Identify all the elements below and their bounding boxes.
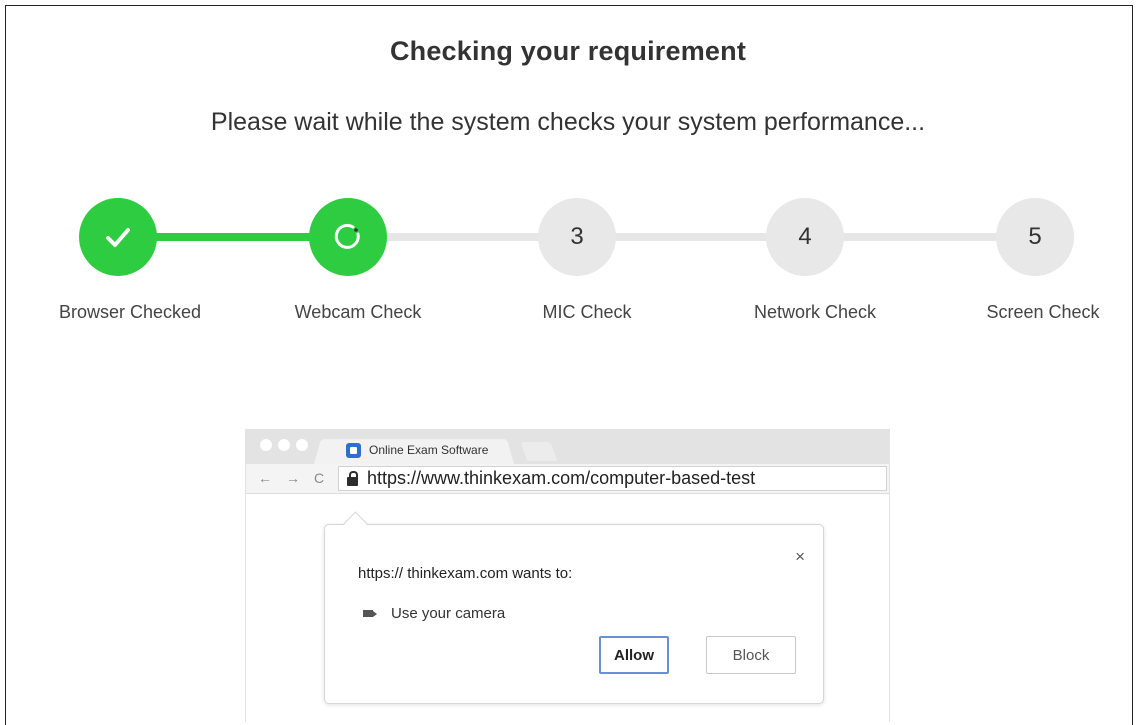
step-webcam-label: Webcam Check — [294, 302, 422, 322]
new-tab-icon — [520, 442, 558, 461]
lock-icon — [347, 471, 358, 486]
progress-track-remaining — [348, 233, 1036, 241]
camera-permission-popup: × https:// thinkexam.com wants to: Use y… — [324, 511, 824, 704]
permission-item-label: Use your camera — [391, 605, 506, 622]
address-bar: https://www.thinkexam.com/computer-based… — [338, 466, 887, 491]
check-icon — [106, 228, 130, 247]
step-screen-label: Screen Check — [986, 302, 1100, 322]
forward-arrow-icon: → — [286, 470, 300, 486]
window-dot-icon — [260, 439, 272, 451]
step-browser-circle — [79, 198, 157, 276]
step-browser-label: Browser Checked — [58, 302, 202, 322]
step-network-label: Network Check — [753, 302, 877, 322]
camera-icon — [363, 610, 377, 617]
page-subtitle: Please wait while the system checks your… — [210, 108, 926, 136]
browser-toolbar: ← → C https://www.thinkexam.com/computer… — [246, 464, 889, 494]
close-icon: × — [795, 547, 805, 566]
permission-item: Use your camera — [363, 605, 505, 622]
step-mic-label: MIC Check — [542, 302, 632, 322]
permission-request-message: https:// thinkexam.com wants to: — [358, 565, 573, 582]
step-screen-number: 5 — [1028, 223, 1042, 250]
block-button: Block — [706, 636, 796, 674]
allow-button: Allow — [599, 636, 669, 674]
step-screen-circle: 5 — [996, 198, 1074, 276]
reload-icon: C — [314, 470, 325, 486]
favicon-icon — [346, 442, 361, 458]
step-network-number: 4 — [798, 223, 812, 250]
address-bar-url: https://www.thinkexam.com/computer-based… — [367, 468, 756, 488]
page-title: Checking your requirement — [389, 36, 747, 66]
browser-tab-content: Online Exam Software — [346, 441, 488, 459]
loading-spinner-icon — [334, 223, 360, 249]
browser-permission-illustration: Online Exam Software ← → C https://www.t… — [245, 429, 890, 722]
window-dot-icon — [296, 439, 308, 451]
browser-tab-title: Online Exam Software — [369, 443, 489, 457]
popup-pointer — [343, 511, 368, 536]
back-arrow-icon: ← — [258, 470, 272, 486]
window-dot-icon — [278, 439, 290, 451]
browser-tab-bar: Online Exam Software — [246, 429, 889, 464]
step-mic-number: 3 — [570, 223, 584, 250]
step-webcam-circle — [309, 198, 387, 276]
step-network-circle: 4 — [766, 198, 844, 276]
step-mic-circle: 3 — [538, 198, 616, 276]
